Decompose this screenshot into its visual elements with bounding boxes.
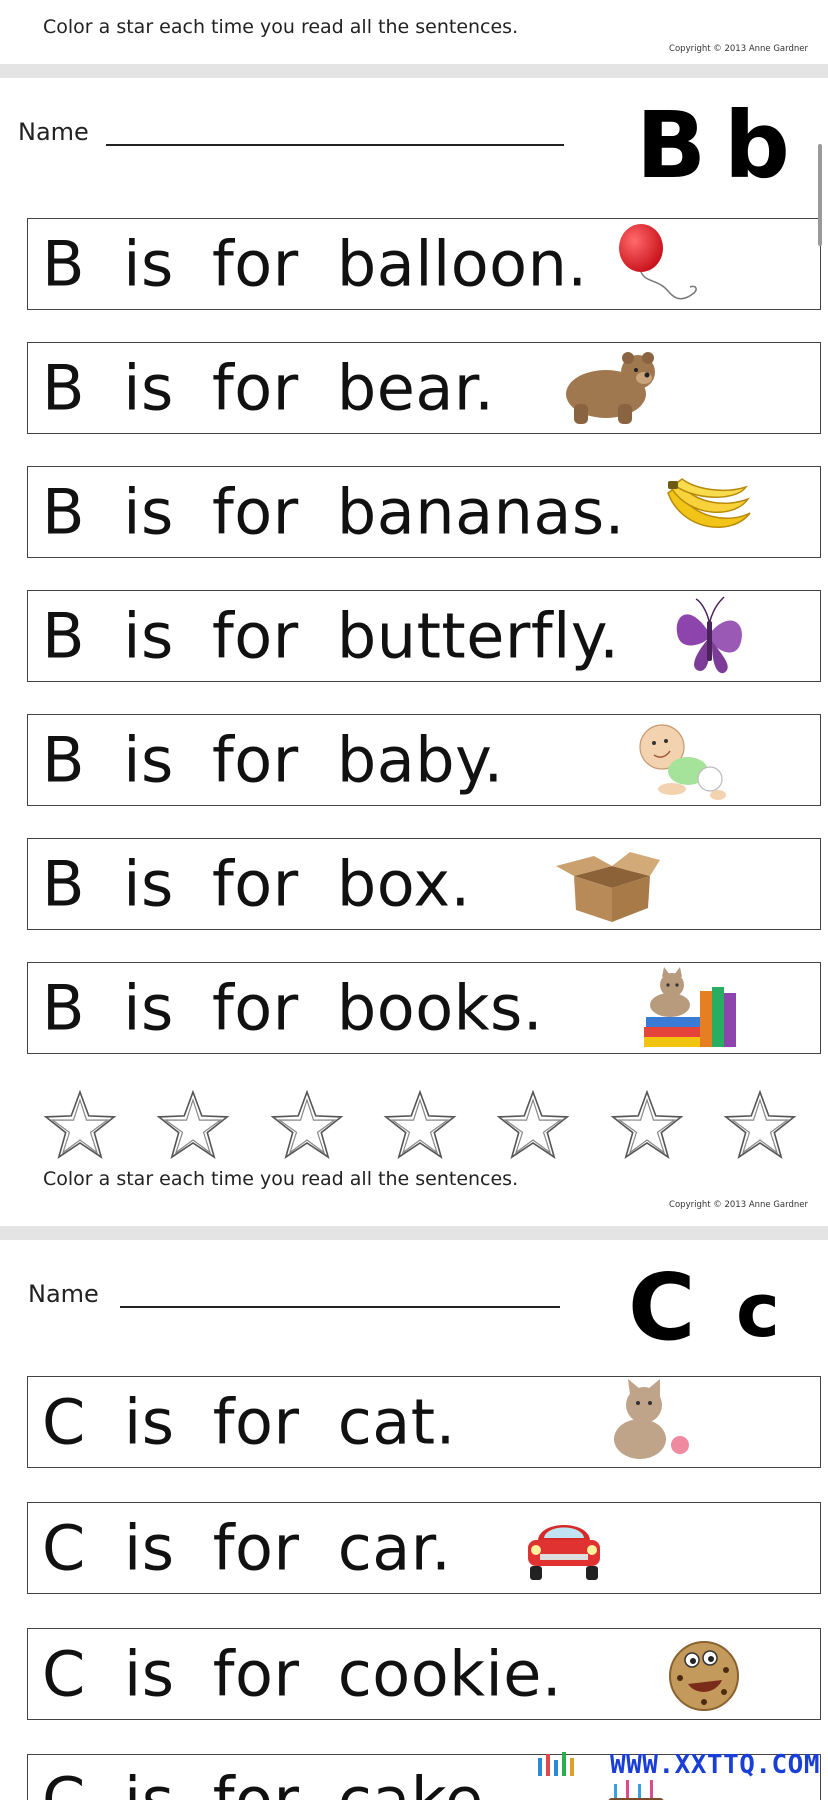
letter-upper: B — [636, 100, 706, 192]
sentence-text: B is for bear. — [42, 352, 494, 425]
bear-icon — [558, 348, 662, 428]
name-line — [120, 1306, 560, 1308]
sentence-box: B is for balloon. — [27, 218, 821, 310]
books-icon — [640, 965, 746, 1051]
sentence-box: B is for box. — [27, 838, 821, 930]
star-icon[interactable] — [720, 1086, 800, 1166]
star-icon[interactable] — [493, 1086, 573, 1166]
cookie-icon — [664, 1634, 744, 1714]
watermark-text: WWW.XXTTQ.COM — [610, 1750, 820, 1780]
scroll-indicator[interactable] — [818, 144, 822, 246]
sentence-text: C is for cake. — [42, 1764, 504, 1800]
sentence-text: C is for cookie. — [42, 1638, 562, 1711]
star-instruction: Color a star each time you read all the … — [43, 1168, 518, 1190]
star-row — [40, 1086, 800, 1166]
sentence-text: B is for butterfly. — [42, 600, 619, 673]
sentence-text: B is for baby. — [42, 724, 504, 797]
worksheet-page-b: Name B b B is for balloon. B is for bear… — [0, 78, 828, 1226]
star-icon[interactable] — [40, 1086, 120, 1166]
name-label: Name — [18, 118, 89, 146]
sentence-text: B is for box. — [42, 848, 471, 921]
sentence-text: C is for cat. — [42, 1386, 456, 1459]
letter-upper: C — [628, 1262, 696, 1354]
sentence-text: C is for car. — [42, 1512, 451, 1585]
sentence-text: B is for balloon. — [42, 228, 588, 301]
cat-icon — [604, 1379, 694, 1465]
letter-lower: b — [724, 100, 790, 192]
sentence-text: B is for books. — [42, 972, 543, 1045]
letter-lower: c — [736, 1274, 780, 1348]
sentence-box: C is for cookie. — [27, 1628, 821, 1720]
star-icon[interactable] — [380, 1086, 460, 1166]
name-label: Name — [28, 1280, 99, 1308]
star-icon[interactable] — [607, 1086, 687, 1166]
star-icon[interactable] — [267, 1086, 347, 1166]
worksheet-page-previous: Color a star each time you read all the … — [0, 0, 828, 64]
sentence-box: C is for cat. — [27, 1376, 821, 1468]
baby-icon — [632, 717, 728, 803]
name-line — [106, 144, 564, 146]
balloon-icon — [614, 221, 704, 307]
sentence-box: B is for bear. — [27, 342, 821, 434]
butterfly-icon — [668, 591, 750, 681]
copyright-text: Copyright © 2013 Anne Gardner — [669, 1200, 808, 1210]
sentence-box: B is for books. — [27, 962, 821, 1054]
sentence-text: B is for bananas. — [42, 476, 625, 549]
star-instruction: Color a star each time you read all the … — [43, 16, 518, 38]
sentence-box: B is for baby. — [27, 714, 821, 806]
star-icon[interactable] — [153, 1086, 233, 1166]
sentence-box: B is for butterfly. — [27, 590, 821, 682]
copyright-text: Copyright © 2013 Anne Gardner — [669, 44, 808, 54]
watermark-logo-icon — [536, 1748, 592, 1778]
box-icon — [554, 844, 662, 924]
sentence-box: C is for car. — [27, 1502, 821, 1594]
car-icon — [522, 1510, 606, 1586]
bananas-icon — [662, 477, 756, 547]
sentence-box: B is for bananas. — [27, 466, 821, 558]
worksheet-page-c: Name C c C is for cat. C is for car. C i… — [0, 1240, 828, 1800]
